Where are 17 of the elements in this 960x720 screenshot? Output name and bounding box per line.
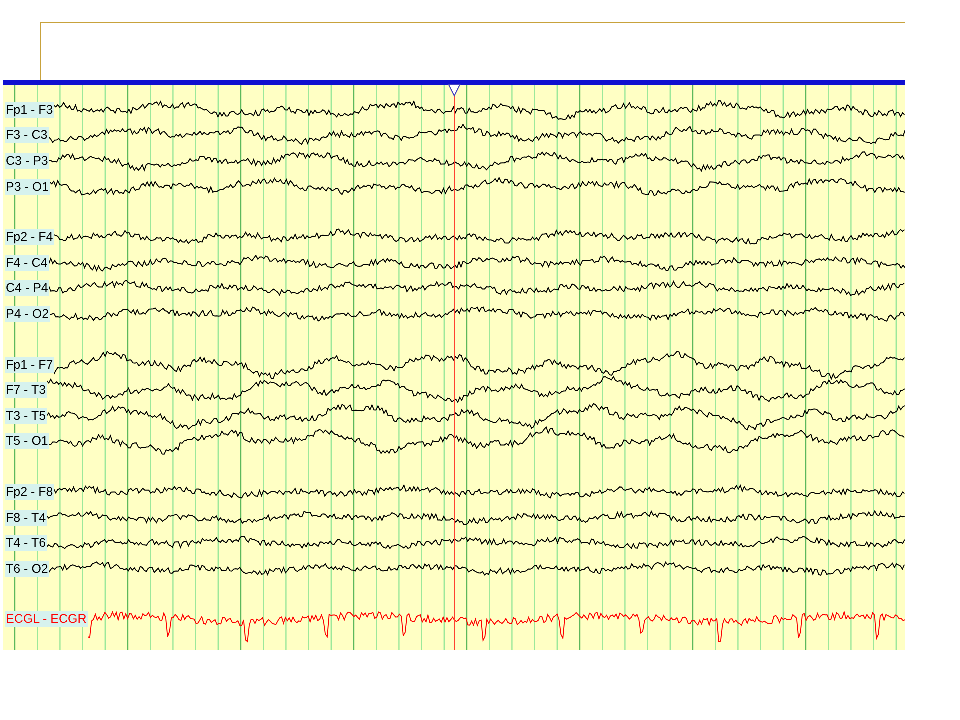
channel-label: Fp2 - F4: [5, 229, 54, 246]
channel-label: Fp1 - F3: [5, 102, 54, 118]
channel-label: T5 - O1: [5, 433, 50, 450]
channel-label: Fp1 - F7: [5, 356, 54, 373]
channel-label: F3 - C3: [5, 127, 49, 144]
channel-label: ECGL - ECGR: [5, 611, 88, 628]
channel-label: F4 - C4: [5, 254, 49, 271]
channel-label: T3 - T5: [5, 408, 48, 424]
channel-label: F8 - T4: [5, 510, 48, 526]
channel-label: T4 - T6: [5, 535, 48, 552]
channel-label: Fp2 - F8: [5, 484, 54, 500]
channel-label: P3 - O1: [5, 178, 50, 195]
channel-label: T6 - O2: [5, 560, 50, 577]
channel-label: P4 - O2: [5, 306, 50, 322]
channel-label: F7 - T3: [5, 382, 48, 398]
channel-label: C3 - P3: [5, 152, 50, 169]
channel-label: C4 - P4: [5, 280, 50, 296]
